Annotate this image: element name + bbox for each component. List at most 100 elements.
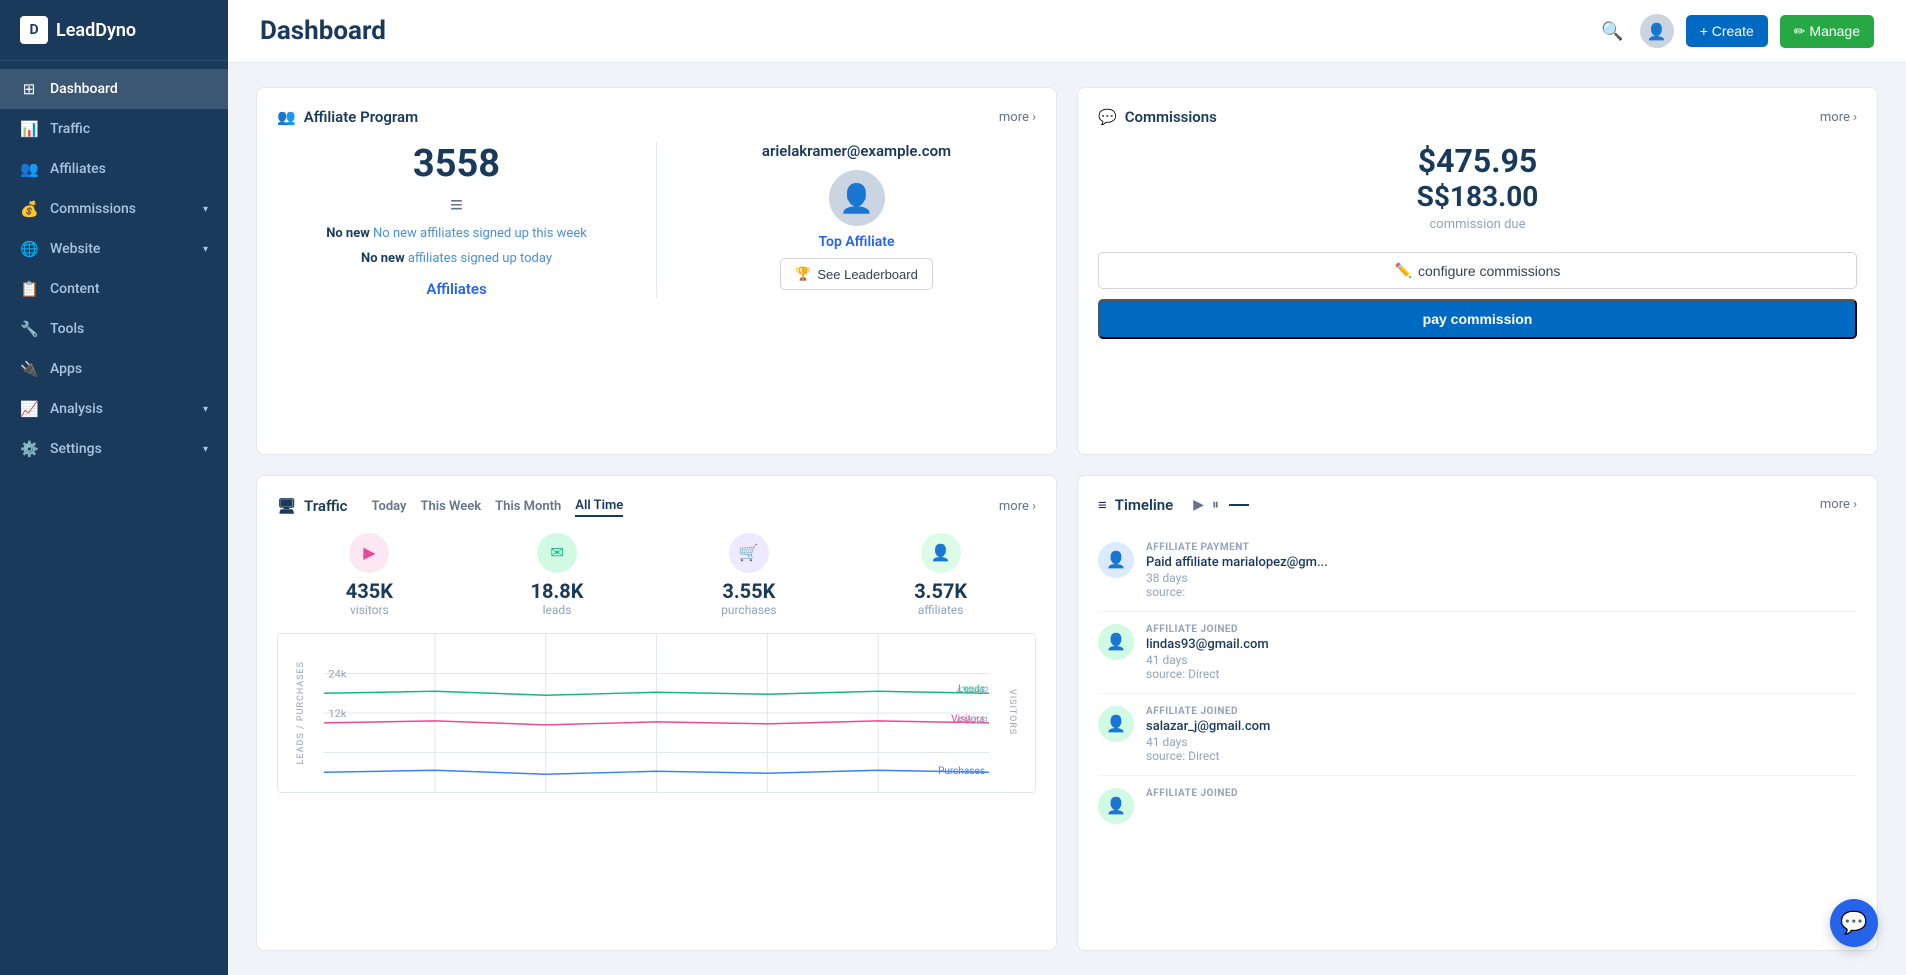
- equal-icon: ≡: [277, 192, 636, 218]
- sidebar-item-label: Analysis: [50, 401, 103, 417]
- sidebar-item-commissions[interactable]: 💰 Commissions ▾: [0, 189, 228, 229]
- sidebar-item-label: Commissions: [50, 201, 136, 217]
- avatar[interactable]: 👤: [1640, 14, 1674, 48]
- content-icon: 📋: [20, 280, 38, 298]
- tab-this-week[interactable]: This Week: [421, 497, 482, 516]
- sidebar-item-website[interactable]: 🌐 Website ▾: [0, 229, 228, 269]
- traffic-more-link[interactable]: more ›: [999, 499, 1036, 514]
- timeline-item: 👤 AFFILIATE JOINED salazar_j@gmail.com 4…: [1098, 694, 1857, 776]
- pay-commission-button[interactable]: pay commission: [1098, 299, 1857, 339]
- timeline-item: 👤 AFFILIATE JOINED: [1098, 776, 1857, 836]
- sidebar-item-analysis[interactable]: 📈 Analysis ▾: [0, 389, 228, 429]
- monitor-icon: 🖥: [277, 497, 296, 515]
- chevron-down-icon: ▾: [203, 204, 208, 215]
- manage-button[interactable]: ✏ Manage: [1780, 15, 1874, 48]
- commissions-icon: 💬: [1098, 108, 1117, 126]
- users-icon: 👥: [277, 108, 296, 126]
- purchases-value: 3.55K: [721, 579, 776, 603]
- sidebar-item-dashboard[interactable]: ⊞ Dashboard: [0, 69, 228, 109]
- visitors-icon: ▶: [349, 533, 389, 573]
- top-affiliate-avatar: 👤: [829, 170, 885, 226]
- leads-value: 18.8K: [531, 579, 584, 603]
- header-actions: 🔍 👤 + Create ✏ Manage: [1597, 14, 1874, 48]
- traffic-title: 🖥 Traffic Today This Week This Month All…: [277, 496, 623, 517]
- payment-avatar: 👤: [1098, 542, 1134, 578]
- create-button[interactable]: + Create: [1686, 15, 1768, 47]
- timeline-days: 38 days: [1146, 571, 1857, 585]
- sidebar-item-settings[interactable]: ⚙️ Settings ▾: [0, 429, 228, 469]
- sidebar-item-label: Dashboard: [50, 81, 118, 97]
- affiliate-left: 3558 ≡ No new No new affiliates signed u…: [277, 142, 657, 298]
- sidebar-item-label: Apps: [50, 361, 82, 377]
- chart-right-value-1: 434 642: [956, 686, 989, 696]
- chevron-down-icon: ▾: [203, 244, 208, 255]
- leads-stat: ✉ 18.8K leads: [531, 533, 584, 617]
- tab-today[interactable]: Today: [371, 497, 406, 516]
- timeline-items: 👤 AFFILIATE PAYMENT Paid affiliate maria…: [1098, 530, 1857, 836]
- joined-avatar: 👤: [1098, 624, 1134, 660]
- sidebar-item-tools[interactable]: 🔧 Tools: [0, 309, 228, 349]
- sidebar-item-label: Traffic: [50, 121, 90, 137]
- timeline-type: AFFILIATE JOINED: [1146, 624, 1857, 635]
- timeline-card-header: ≡ Timeline ▶ ⏸ more ›: [1098, 496, 1857, 514]
- timeline-item-content: AFFILIATE JOINED lindas93@gmail.com 41 d…: [1146, 624, 1857, 681]
- sidebar-item-label: Tools: [50, 321, 84, 337]
- timeline-item: 👤 AFFILIATE JOINED lindas93@gmail.com 41…: [1098, 612, 1857, 694]
- affiliates-link[interactable]: Affiliates: [277, 280, 636, 298]
- sidebar-item-traffic[interactable]: 📊 Traffic: [0, 109, 228, 149]
- timeline-item-content: AFFILIATE PAYMENT Paid affiliate marialo…: [1146, 542, 1857, 599]
- tab-all-time[interactable]: All Time: [575, 496, 623, 517]
- timeline-card: ≡ Timeline ▶ ⏸ more › 👤 AFFILIATE PAYMEN…: [1077, 475, 1878, 952]
- affiliate-count: 3558: [277, 142, 636, 186]
- search-button[interactable]: 🔍: [1597, 17, 1627, 46]
- timeline-main: salazar_j@gmail.com: [1146, 719, 1857, 734]
- timeline-type: AFFILIATE PAYMENT: [1146, 542, 1857, 553]
- chart-right-label: VISITORS: [1007, 689, 1017, 735]
- svg-text:24k: 24k: [328, 668, 347, 680]
- timeline-item-content: AFFILIATE JOINED: [1146, 788, 1857, 824]
- purchases-label: purchases: [721, 603, 776, 617]
- list-icon: ≡: [1098, 496, 1107, 514]
- no-new-today: No new affiliates signed up today: [277, 249, 636, 270]
- commission-secondary-amount: S$183.00: [1098, 180, 1857, 213]
- timeline-days: 41 days: [1146, 653, 1857, 667]
- sidebar-logo[interactable]: D LeadDyno: [0, 0, 228, 61]
- purchases-legend: Purchases: [938, 766, 985, 777]
- timeline-main: Paid affiliate marialopez@gm...: [1146, 555, 1857, 570]
- timeline-source: source:: [1146, 585, 1857, 599]
- commission-amounts: $475.95 S$183.00: [1098, 142, 1857, 213]
- timeline-type: AFFILIATE JOINED: [1146, 706, 1857, 717]
- commissions-more-link[interactable]: more ›: [1820, 110, 1857, 125]
- sidebar-item-affiliates[interactable]: 👥 Affiliates: [0, 149, 228, 189]
- page-title: Dashboard: [260, 16, 1597, 46]
- visitors-label: visitors: [346, 603, 393, 617]
- timeline-source: source: Direct: [1146, 667, 1857, 681]
- affiliates-traffic-stat: 👤 3.57K affiliates: [914, 533, 967, 617]
- edit-icon: ✏️: [1395, 262, 1412, 279]
- top-affiliate-label: Top Affiliate: [677, 234, 1036, 250]
- configure-commissions-button[interactable]: ✏️ configure commissions: [1098, 252, 1857, 289]
- commissions-title: 💬 Commissions: [1098, 108, 1217, 126]
- affiliate-inner: 3558 ≡ No new No new affiliates signed u…: [277, 142, 1036, 298]
- no-new-week: No new No new affiliates signed up this …: [277, 224, 636, 245]
- timeline-more-link[interactable]: more ›: [1820, 497, 1857, 512]
- card-header: 👥 Affiliate Program more ›: [277, 108, 1036, 126]
- leaderboard-button[interactable]: 🏆 See Leaderboard: [780, 258, 933, 290]
- chat-button[interactable]: 💬: [1830, 899, 1878, 947]
- sidebar-item-label: Website: [50, 241, 100, 257]
- affiliate-more-link[interactable]: more ›: [999, 110, 1036, 125]
- visitors-stat: ▶ 435K visitors: [346, 533, 393, 617]
- chart-y-label: LEADS / PURCHASES: [296, 661, 306, 764]
- timeline-type: AFFILIATE JOINED: [1146, 788, 1857, 799]
- sidebar-item-content[interactable]: 📋 Content: [0, 269, 228, 309]
- traffic-card-header: 🖥 Traffic Today This Week This Month All…: [277, 496, 1036, 517]
- tab-this-month[interactable]: This Month: [495, 497, 561, 516]
- website-icon: 🌐: [20, 240, 38, 258]
- sidebar-item-apps[interactable]: 🔌 Apps: [0, 349, 228, 389]
- timeline-play-button[interactable]: ▶: [1193, 496, 1204, 513]
- affiliate-right: arielakramer@example.com 👤 Top Affiliate…: [657, 142, 1036, 298]
- visitors-value: 435K: [346, 579, 393, 603]
- chevron-down-icon: ▾: [203, 444, 208, 455]
- settings-icon: ⚙️: [20, 440, 38, 458]
- timeline-pause-button[interactable]: ⏸: [1212, 496, 1219, 513]
